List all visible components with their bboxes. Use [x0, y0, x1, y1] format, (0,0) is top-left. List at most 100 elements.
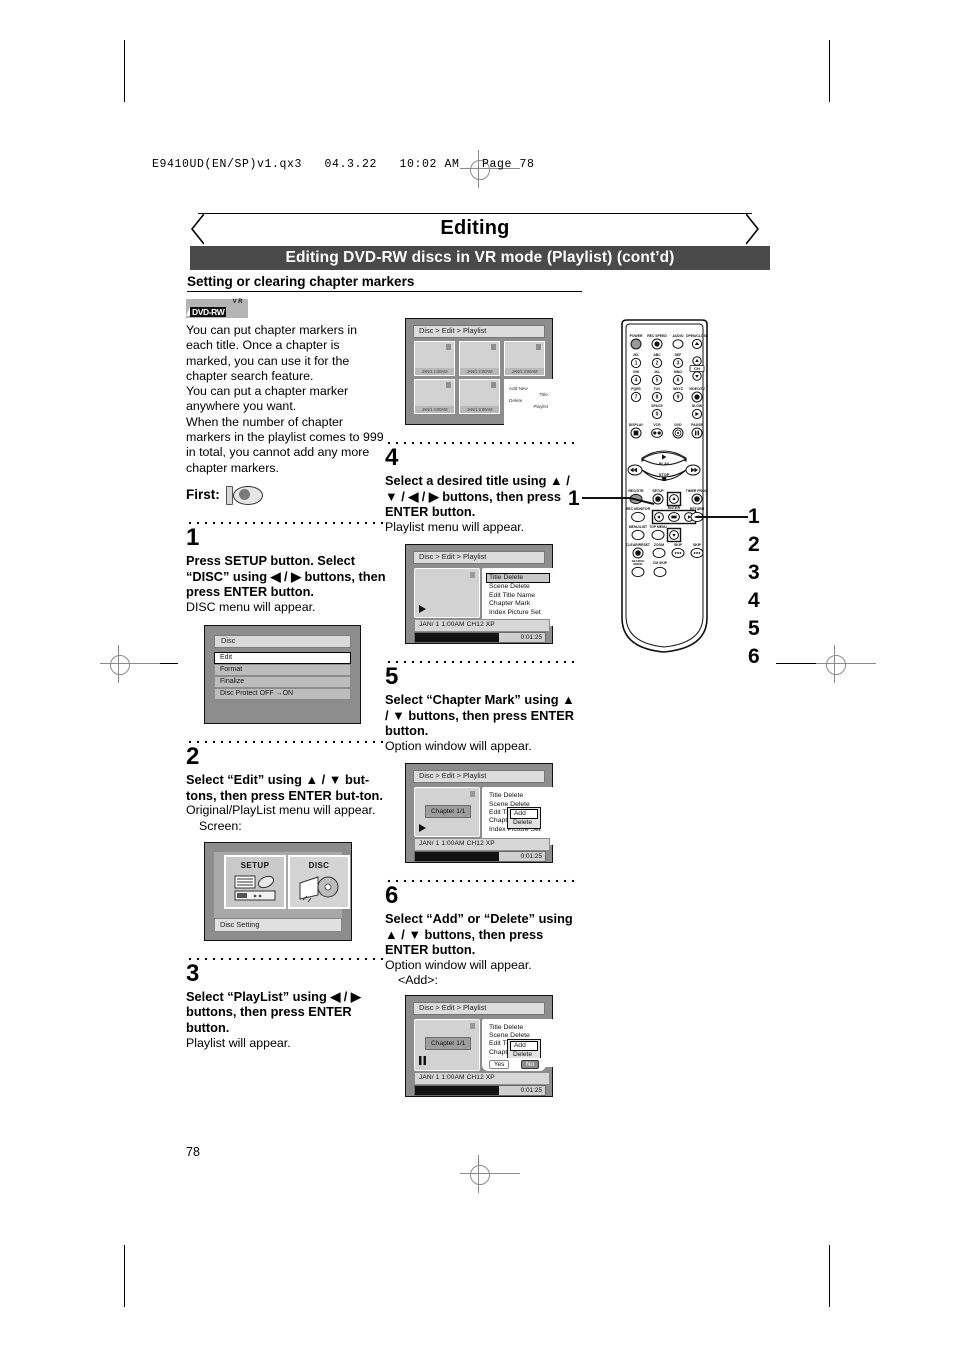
menu-item-title-delete[interactable]: Title Delete [487, 1024, 549, 1032]
menu-item-edit-title-name[interactable]: Edit Title Name [487, 592, 549, 600]
add-confirm-info-bar: JAN/ 1 1:00AM CH12 XP [414, 1071, 550, 1085]
step-5-instruction: Select “Chapter Mark” using ▲ / ▼ button… [385, 692, 575, 739]
remote-callout-3: 3 [748, 561, 760, 584]
registration-mark-bottom [470, 1165, 490, 1185]
svg-text:1: 1 [635, 361, 638, 367]
registration-mark-left-v [118, 645, 119, 683]
step-5-note: Option window will appear. [385, 738, 532, 753]
dot-rule [385, 434, 577, 444]
svg-text:SETUP: SETUP [652, 489, 664, 493]
playlist-thumb-1[interactable]: JAN/1 1:00AM [414, 341, 455, 376]
svg-text:SPACE: SPACE [651, 404, 663, 408]
playlist-breadcrumb: Disc > Edit > Playlist [413, 325, 545, 338]
menu-item-chapter-mark[interactable]: Chapter Mark [487, 600, 549, 608]
section-rule [187, 291, 582, 292]
add-confirm-progress-bar[interactable]: 0:01:25 [414, 1084, 546, 1096]
registration-mark-right-h [816, 663, 876, 664]
menu-item-title-delete[interactable]: Title Delete [486, 573, 550, 584]
svg-text:ZOOM: ZOOM [654, 543, 664, 547]
remote-control-diagram: POWER REC SPEED AUDIO OPEN/CLOSE JKL 1 A… [582, 319, 748, 653]
registration-mark-bottom-v [478, 1155, 479, 1193]
disc-menu-row-finalize[interactable]: Finalize [214, 676, 351, 689]
remote-callout-left-1: 1 [568, 487, 580, 510]
thumb-caption: JAN/1 3:00AM [505, 368, 544, 375]
svg-text:CH: CH [694, 366, 700, 371]
setup-disc-select-screen: SETUP DISC Disc Setting [204, 841, 352, 941]
playlist-thumb-5[interactable]: JAN/1 5:00AM [459, 379, 500, 414]
add-confirm-thumb: Chapter 1/1 [414, 1018, 480, 1071]
playlist-thumbnails-screen: Disc > Edit > Playlist JAN/1 1:00AM JAN/… [405, 318, 553, 426]
playlist-thumb-2[interactable]: JAN/1 2:00AM [459, 341, 500, 376]
svg-text:SLOW: SLOW [692, 404, 703, 408]
svg-text:7: 7 [635, 395, 638, 401]
svg-text:VCR: VCR [653, 423, 661, 427]
svg-text:AUDIO: AUDIO [673, 334, 684, 338]
svg-text:GHI: GHI [633, 370, 639, 374]
menu-item-index-picture-set[interactable]: Index Picture Set [487, 609, 549, 617]
menu-item-scene-delete[interactable]: Scene Delete [487, 583, 549, 591]
svg-text:REC SPEED: REC SPEED [647, 334, 667, 338]
svg-text:OPEN/CLOSE: OPEN/CLOSE [686, 334, 709, 338]
svg-text:CLEAR/RESET: CLEAR/RESET [626, 543, 651, 547]
chapter-counter-label: Chapter 1/1 [425, 1036, 472, 1050]
step-6-instruction: Select “Add” or “Delete” using ▲ / ▼ but… [385, 911, 573, 958]
no-button[interactable]: No [520, 1059, 540, 1069]
svg-text:MENU/LIST: MENU/LIST [629, 525, 648, 529]
add-new-title-delete-playlist-panel[interactable]: Add New Title Delete Playlist [504, 379, 553, 426]
svg-text:DVD: DVD [674, 423, 682, 427]
svg-text:JKL: JKL [633, 353, 639, 357]
remote-callout-2: 2 [748, 533, 760, 556]
step-6-note: Option window will appear. [385, 957, 532, 972]
chapter-mark-breadcrumb: Disc > Edit > Playlist [413, 770, 545, 784]
section-heading: Setting or clearing chapter markers [187, 274, 415, 289]
chapter-info-bar: JAN/ 1 1:00AM CH12 XP [414, 838, 550, 852]
popup-item-add[interactable]: Add [510, 1040, 539, 1051]
step-1-instruction: Press SETUP button. Select “DISC” using … [186, 552, 386, 600]
disc-insert-icon [225, 485, 263, 505]
first-row: First: [186, 485, 386, 505]
remote-callout-1: 1 [748, 505, 760, 528]
title-progress-bar[interactable]: 0:01:25 [414, 632, 546, 644]
popup-item-add[interactable]: Add [510, 809, 539, 820]
step-1-number: 1 [186, 523, 200, 551]
svg-text:PLAY: PLAY [659, 461, 670, 466]
svg-text:0: 0 [656, 412, 659, 418]
registration-mark-right-v [834, 645, 835, 683]
crop-mark-right [776, 663, 816, 664]
svg-text:MODE: MODE [634, 562, 643, 566]
dot-rule [186, 949, 386, 960]
progress-time: 0:01:25 [520, 634, 542, 642]
thumb-number-badge [446, 344, 451, 350]
menu-item-title-delete[interactable]: Title Delete [487, 792, 549, 800]
svg-text:SKIP: SKIP [693, 543, 702, 547]
setup-glyph-icon [234, 875, 276, 901]
chapter-progress-bar[interactable]: 0:01:25 [414, 851, 546, 863]
dot-rule [385, 872, 577, 883]
dot-rule [186, 513, 386, 524]
step-3-number: 3 [186, 959, 200, 987]
disc-icon-button[interactable]: DISC [288, 854, 350, 909]
svg-text:REC MONITOR: REC MONITOR [626, 507, 651, 511]
step-3-note: Playlist will appear. [186, 1035, 291, 1050]
yes-button[interactable]: Yes [488, 1059, 510, 1069]
disc-menu-row-disc-protect[interactable]: Disc Protect OFF →ON [214, 688, 351, 701]
step-6-number: 6 [385, 882, 399, 910]
svg-text:TOP MENU: TOP MENU [649, 525, 667, 529]
crop-mark-br-v [829, 1245, 830, 1307]
popup-item-delete[interactable]: Delete [510, 819, 538, 827]
title-menu-screen: Disc > Edit > Playlist Title Delete Scen… [405, 544, 554, 645]
playlist-thumb-4[interactable]: JAN/1 4:00AM [414, 379, 455, 414]
step-2-number: 2 [186, 743, 200, 771]
svg-text:6: 6 [677, 378, 680, 384]
thumb-caption: JAN/1 1:00AM [415, 368, 454, 375]
playlist-thumb-3[interactable]: JAN/1 3:00AM [504, 341, 545, 376]
setup-icon-button[interactable]: SETUP [224, 854, 286, 909]
svg-text:RETURN: RETURN [690, 507, 705, 511]
disc-menu-row-edit[interactable]: Edit [214, 652, 351, 665]
disc-menu-row-format[interactable]: Format [214, 664, 351, 677]
disc-menu-screen: Disc Edit Format Finalize Disc Protect O… [204, 625, 361, 725]
disc-glyph-icon [299, 876, 339, 903]
progress-fill [415, 852, 499, 862]
play-icon [419, 824, 426, 833]
logo-dvdrw-label: DVD-RW [190, 307, 227, 317]
